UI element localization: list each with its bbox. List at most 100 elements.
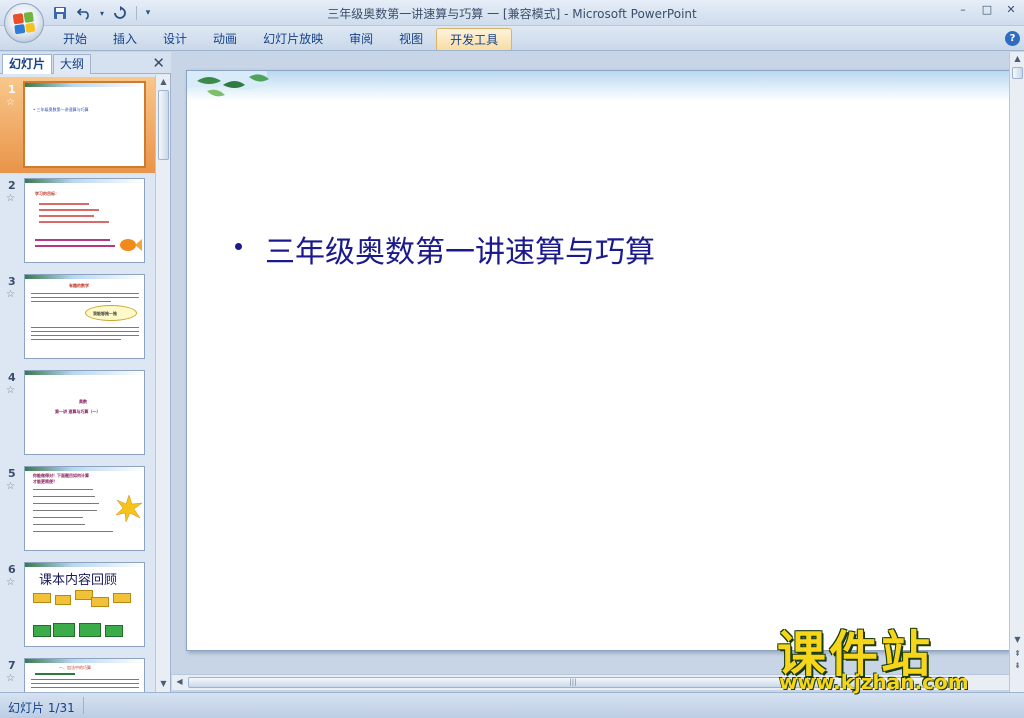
leaves-decoration-icon: [187, 71, 269, 97]
slide-thumbnail: 课本内容回顾: [24, 562, 145, 647]
slide-thumbnail: 一、加法中的巧算: [24, 658, 145, 692]
thumb-header-band: [25, 371, 144, 375]
thumb-text: 学习的目标：: [35, 191, 59, 196]
thumb-title: 课本内容回顾: [39, 573, 118, 588]
watermark-url: www.kjzhan.com: [779, 670, 969, 694]
slide-number: 7: [8, 659, 16, 672]
thumbnail-slide-7[interactable]: 7 ☆ 一、加法中的巧算: [0, 653, 155, 692]
transition-star-icon: ☆: [6, 97, 15, 108]
slide-counter: 幻灯片 1/31: [8, 701, 75, 715]
thumb-line: [39, 203, 89, 205]
thumb-text: 才能更简便？: [33, 479, 57, 484]
status-separator: [83, 697, 84, 714]
thumb-line: [33, 489, 93, 490]
thumb-line: [31, 331, 139, 332]
thumb-box: [33, 625, 51, 637]
thumb-header-band: [25, 563, 144, 567]
thumb-text: 奥数: [79, 399, 87, 404]
minimize-button[interactable]: –: [956, 3, 970, 17]
thumb-header-band: [25, 83, 144, 87]
close-button[interactable]: ✕: [1004, 3, 1018, 17]
thumb-line: [33, 496, 95, 497]
tab-insert[interactable]: 插入: [100, 28, 150, 50]
thumb-line: [39, 215, 94, 217]
ribbon: 开始 插入 设计 动画 幻灯片放映 审阅 视图 开发工具 ?: [0, 26, 1024, 51]
thumb-text: 一、加法中的巧算: [59, 665, 91, 670]
tab-outline[interactable]: 大纲: [53, 54, 92, 74]
thumb-text: 有趣的数学: [69, 283, 89, 288]
tab-slides[interactable]: 幻灯片: [2, 54, 53, 74]
thumb-line: [33, 524, 85, 525]
thumb-box: [79, 623, 101, 637]
thumb-line: [35, 239, 110, 241]
thumb-line: [35, 673, 75, 675]
transition-star-icon: ☆: [6, 385, 15, 396]
slide-number: 6: [8, 563, 16, 576]
slide-thumbnail: 学习的目标：: [24, 178, 145, 263]
scroll-thumb[interactable]: [1012, 67, 1023, 79]
transition-star-icon: ☆: [6, 289, 15, 300]
thumb-header-band: [25, 659, 144, 663]
scroll-up-icon[interactable]: ▲: [158, 76, 169, 88]
thumb-box: [55, 595, 71, 605]
current-slide[interactable]: 三年级奥数第一讲速算与巧算: [186, 70, 1010, 651]
slide-vertical-scrollbar[interactable]: ▲ ▼ ⇞ ⇟: [1009, 52, 1024, 692]
tab-view[interactable]: 视图: [386, 28, 436, 50]
office-button[interactable]: [4, 3, 44, 43]
watermark-logo: 课件站 www.kjzhan.com: [775, 615, 1015, 695]
scroll-thumb[interactable]: [158, 90, 169, 160]
thumb-line: [33, 503, 99, 504]
slide-body-text[interactable]: 三年级奥数第一讲速算与巧算: [265, 227, 655, 271]
thumb-box: [33, 593, 51, 603]
slide-editor: 三年级奥数第一讲速算与巧算 ▲ ▼ ⇞ ⇟ ◀ |||: [172, 52, 1024, 692]
transition-star-icon: ☆: [6, 673, 15, 684]
status-bar: 幻灯片 1/31: [0, 692, 1024, 718]
thumb-line: [31, 679, 139, 680]
office-logo-icon: [12, 11, 36, 35]
tab-animations[interactable]: 动画: [200, 28, 250, 50]
thumbnail-scrollbar[interactable]: ▲ ▼: [155, 75, 170, 692]
thumb-line: [33, 531, 113, 532]
restore-button[interactable]: □: [980, 3, 994, 17]
tab-home[interactable]: 开始: [50, 28, 100, 50]
thumb-line: [39, 221, 109, 223]
tab-review[interactable]: 审阅: [336, 28, 386, 50]
thumbnail-slide-5[interactable]: 5 ☆ 你能做得对！下面题目如何计算 才能更简便？: [0, 461, 155, 557]
help-icon[interactable]: ?: [1005, 31, 1020, 46]
thumb-line: [39, 209, 99, 211]
thumb-line: [31, 301, 111, 302]
thumbnail-slide-4[interactable]: 4 ☆ 奥数 第一讲 速算与巧算（一）: [0, 365, 155, 461]
window-title: 三年级奥数第一讲速算与巧算 一 [兼容模式] - Microsoft Power…: [327, 7, 697, 21]
thumb-box: [113, 593, 131, 603]
thumb-box: [53, 623, 75, 637]
scroll-down-icon[interactable]: ▼: [158, 678, 169, 690]
transition-star-icon: ☆: [6, 481, 15, 492]
thumb-line: [31, 687, 139, 688]
tab-developer[interactable]: 开发工具: [436, 28, 513, 50]
thumb-header-band: [25, 275, 144, 279]
starburst-icon: [115, 495, 143, 523]
bullet-icon: [235, 243, 242, 250]
thumb-text: 我能够推一推: [93, 311, 117, 316]
thumb-line: [31, 297, 139, 298]
thumbnail-slide-3[interactable]: 3 ☆ 有趣的数学 我能够推一推: [0, 269, 155, 365]
scroll-left-icon[interactable]: ◀: [174, 676, 185, 688]
transition-star-icon: ☆: [6, 193, 15, 204]
goldfish-icon: [120, 239, 142, 251]
slide-number: 5: [8, 467, 16, 480]
thumb-text: 你能做得对！下面题目如何计算: [33, 473, 89, 478]
slide-number: 1: [8, 83, 16, 96]
thumb-line: [31, 293, 139, 294]
scroll-up-icon[interactable]: ▲: [1012, 53, 1023, 65]
thumbnail-list: 1 ☆ • 三年级奥数第一讲速算与巧算 2 ☆ 学习的目标： 3 ☆ 有趣的数学…: [0, 75, 155, 692]
tab-slideshow[interactable]: 幻灯片放映: [250, 28, 336, 50]
thumb-line: [31, 683, 139, 684]
thumbnail-slide-2[interactable]: 2 ☆ 学习的目标：: [0, 173, 155, 269]
transition-star-icon: ☆: [6, 577, 15, 588]
thumbnail-slide-6[interactable]: 6 ☆ 课本内容回顾: [0, 557, 155, 653]
close-pane-icon[interactable]: ✕: [152, 54, 165, 72]
thumb-line: [31, 339, 121, 340]
slide-thumbnail: • 三年级奥数第一讲速算与巧算: [23, 81, 146, 168]
tab-design[interactable]: 设计: [150, 28, 200, 50]
thumbnail-slide-1[interactable]: 1 ☆ • 三年级奥数第一讲速算与巧算: [0, 77, 155, 173]
